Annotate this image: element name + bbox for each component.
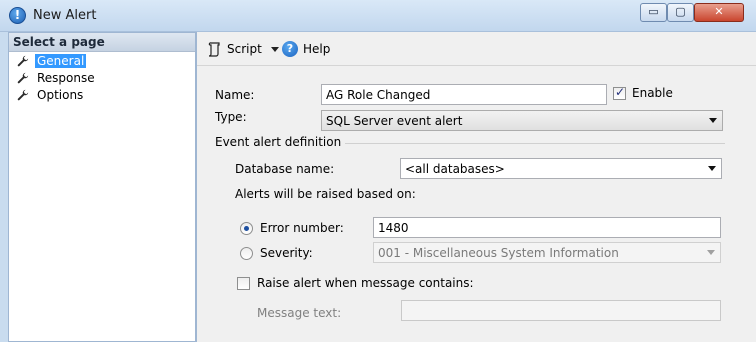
page-item-label: Options	[37, 87, 84, 102]
error-number-radio[interactable]	[240, 222, 253, 235]
wrench-icon	[17, 55, 29, 66]
message-text-label: Message text:	[257, 306, 342, 320]
window-title: New Alert	[33, 8, 97, 23]
close-button[interactable]: ✕	[694, 3, 744, 22]
title-bar: ! New Alert ▭ ▢ ✕	[0, 0, 756, 32]
enable-checkbox[interactable]	[613, 85, 626, 100]
severity-select[interactable]: 001 - Miscellaneous System Information	[373, 242, 721, 263]
help-icon: ?	[282, 41, 298, 57]
script-label: Script	[227, 42, 262, 56]
page-item-response[interactable]: Response	[9, 69, 195, 86]
severity-select-value: 001 - Miscellaneous System Information	[378, 246, 619, 260]
type-label: Type:	[215, 110, 247, 124]
script-dropdown-arrow-icon[interactable]	[270, 46, 279, 52]
minimize-button[interactable]: ▭	[640, 3, 667, 22]
page-item-options[interactable]: Options	[9, 86, 195, 103]
general-form: Name: AG Role Changed Enable Type: SQL S…	[197, 66, 756, 342]
chevron-down-icon	[709, 118, 717, 123]
message-text-input[interactable]	[401, 300, 721, 321]
wrench-icon	[17, 89, 29, 100]
toolbar: Script ? Help	[197, 32, 756, 66]
event-alert-definition-label: Event alert definition	[215, 135, 342, 149]
chevron-down-icon	[708, 166, 716, 171]
severity-radio[interactable]	[240, 247, 253, 260]
error-number-label: Error number:	[260, 221, 344, 235]
raised-based-on-label: Alerts will be raised based on:	[235, 187, 416, 201]
chevron-down-icon	[707, 250, 715, 255]
maximize-button[interactable]: ▢	[667, 3, 694, 22]
name-label: Name:	[215, 88, 255, 102]
enable-label: Enable	[632, 86, 673, 100]
raise-alert-contains-label: Raise alert when message contains:	[257, 276, 474, 290]
select-page-header: Select a page	[9, 33, 195, 52]
wrench-icon	[17, 72, 29, 83]
help-label: Help	[303, 42, 331, 56]
alert-icon: !	[9, 7, 26, 24]
script-icon	[208, 42, 220, 57]
page-selector-pane: Select a page General Response Options	[8, 32, 196, 342]
help-button[interactable]: ? Help	[282, 41, 330, 57]
raise-alert-contains-checkbox[interactable]	[237, 277, 250, 290]
name-input[interactable]: AG Role Changed	[321, 84, 607, 105]
script-button[interactable]: Script	[207, 41, 279, 57]
page-item-general[interactable]: General	[9, 52, 195, 69]
database-select-value: <all databases>	[405, 162, 505, 176]
error-number-input[interactable]: 1480	[373, 217, 721, 238]
database-name-label: Database name:	[235, 162, 335, 176]
group-divider	[345, 143, 725, 144]
page-item-label: Response	[37, 70, 95, 85]
severity-label: Severity:	[260, 246, 313, 260]
general-page-pane: Script ? Help Name: AG Role Changed Enab…	[196, 32, 756, 342]
type-select-value: SQL Server event alert	[326, 114, 463, 128]
type-select[interactable]: SQL Server event alert	[321, 110, 723, 131]
database-name-select[interactable]: <all databases>	[400, 158, 722, 179]
page-item-label: General	[35, 53, 87, 68]
